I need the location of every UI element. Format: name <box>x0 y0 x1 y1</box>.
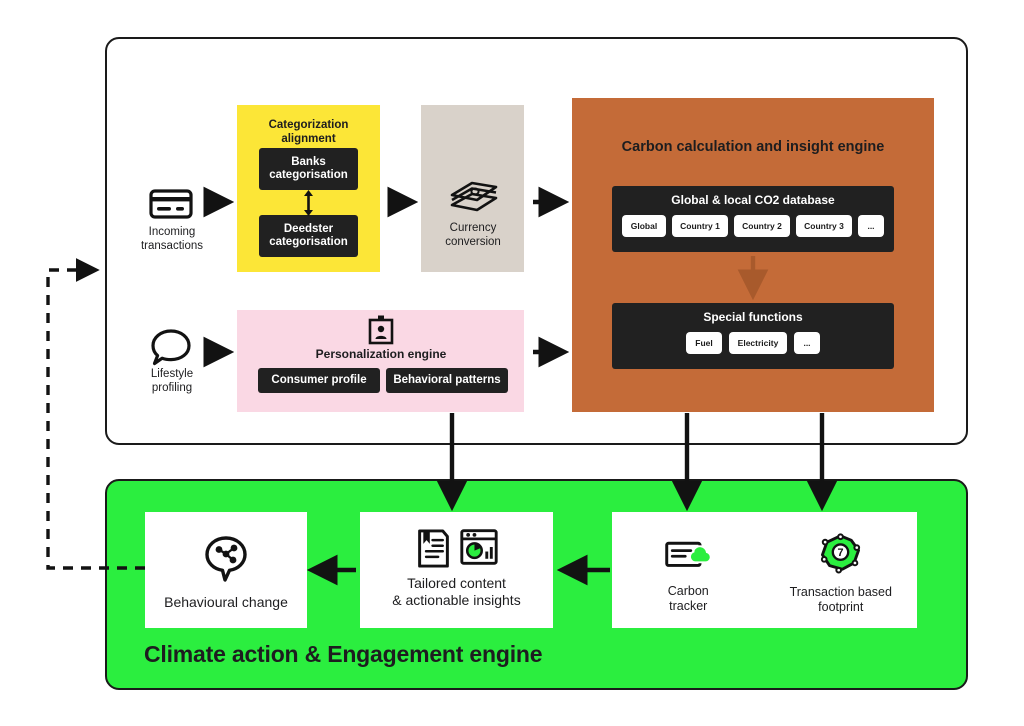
consumer-profile-box: Consumer profile <box>258 368 380 393</box>
credit-card-icon <box>145 186 197 220</box>
chip-fuel[interactable]: Fuel <box>686 331 722 354</box>
deedster-categorisation-box: Deedster categorisation <box>259 215 358 257</box>
chip-electricity[interactable]: Electricity <box>729 331 787 354</box>
double-arrow-icon <box>300 190 317 216</box>
id-card-icon <box>366 314 396 346</box>
tailored-content-label: Tailored content & actionable insights <box>392 575 521 608</box>
speech-bubble-icon <box>146 326 196 368</box>
special-functions-box: Special functions Fuel Electricity ... <box>612 303 894 369</box>
chip-country-2[interactable]: Country 2 <box>734 214 790 237</box>
footprint-badge-value: 7 <box>838 547 844 559</box>
banknotes-icon <box>444 178 502 218</box>
transaction-footprint-item: 7 Transaction based footprint <box>765 512 918 628</box>
co2-database-box: Global & local CO2 database Global Count… <box>612 186 894 252</box>
chip-country-1[interactable]: Country 1 <box>672 214 728 237</box>
chip-more-countries[interactable]: ... <box>858 214 884 237</box>
climate-panel-title: Climate action & Engagement engine <box>144 641 543 667</box>
brain-network-bubble-icon <box>145 512 307 584</box>
lifestyle-profiling-label: Lifestyle profiling <box>150 368 194 394</box>
categorization-alignment-title: Categorization alignment <box>268 119 349 145</box>
tailored-content-card: Tailored content & actionable insights <box>360 512 553 628</box>
special-functions-title: Special functions <box>703 310 803 324</box>
co2-database-chip-row: Global Country 1 Country 2 Country 3 ... <box>612 208 894 237</box>
carbon-cloud-card-icon <box>665 541 712 567</box>
engine-title: Carbon calculation and insight engine <box>621 139 885 155</box>
carbon-tracker-item: Carbon tracker <box>612 512 765 628</box>
behavioral-patterns-box: Behavioral patterns <box>386 368 508 393</box>
outputs-card: Carbon tracker 7 Transaction based footp… <box>612 512 917 628</box>
carbon-tracker-label: Carbon tracker <box>667 584 709 613</box>
behavioural-change-label: Behavioural change <box>164 594 288 610</box>
banks-categorisation-box: Banks categorisation <box>259 148 358 190</box>
incoming-transactions-label: Incoming transactions <box>140 226 203 252</box>
special-functions-chip-row: Fuel Electricity ... <box>612 325 894 354</box>
footprint-badge-icon: 7 <box>821 533 861 574</box>
chip-country-3[interactable]: Country 3 <box>796 214 852 237</box>
document-dashboard-icon <box>360 512 553 569</box>
chip-more-functions[interactable]: ... <box>794 331 820 354</box>
co2-database-title: Global & local CO2 database <box>671 193 835 207</box>
chip-global[interactable]: Global <box>622 214 666 237</box>
behavioural-change-card: Behavioural change <box>145 512 307 628</box>
personalization-engine-title: Personalization engine <box>315 347 447 361</box>
currency-conversion-label: Currency conversion <box>445 222 501 248</box>
transaction-footprint-label: Transaction based footprint <box>789 585 892 614</box>
